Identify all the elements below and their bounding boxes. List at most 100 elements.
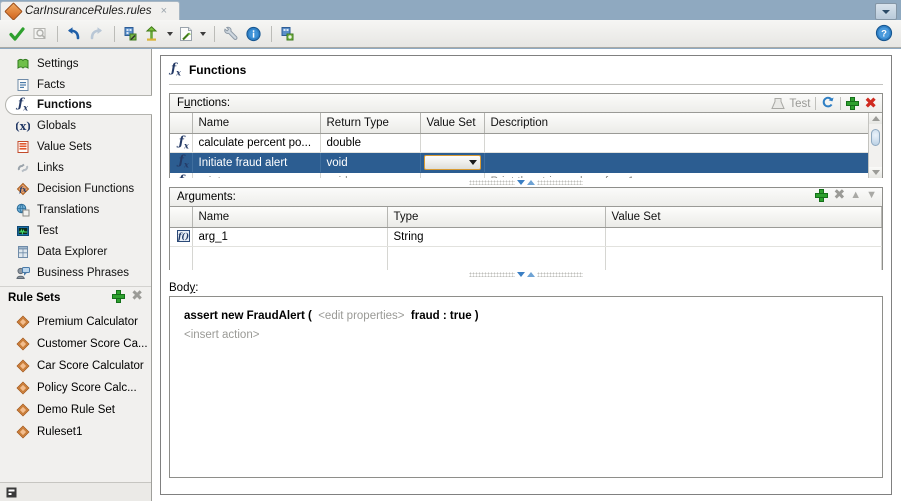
cell-description[interactable]	[484, 152, 882, 173]
column-header[interactable]: Name	[192, 113, 321, 134]
promote-dropdown-arrow[interactable]	[167, 31, 173, 36]
cell-value-set[interactable]	[605, 227, 882, 247]
column-header[interactable]: Value Set	[605, 207, 882, 228]
body-placeholder[interactable]: <insert action>	[184, 329, 259, 341]
rule-set-item[interactable]: Customer Score Ca...	[0, 333, 151, 355]
settings-button[interactable]	[220, 23, 241, 44]
body-editor[interactable]: assert new FraudAlert ( <edit properties…	[169, 296, 883, 478]
sidebar-item-globals[interactable]: (x) Globals	[0, 115, 151, 136]
sidebar-item-translations[interactable]: Translations	[0, 199, 151, 220]
editor-tab-carinsurancerules[interactable]: CarInsuranceRules.rules ×	[0, 1, 180, 21]
body-token[interactable]: fraud : true )	[411, 310, 479, 322]
refresh-button[interactable]	[821, 95, 835, 112]
table-row[interactable]: ƒx calculate percent po... double	[170, 133, 882, 154]
sidebar-item-facts[interactable]: Facts	[0, 74, 151, 95]
functions-arguments-splitter[interactable]	[161, 178, 891, 187]
close-icon[interactable]: ×	[161, 5, 167, 17]
column-header[interactable]	[170, 113, 193, 134]
cell-description[interactable]	[484, 133, 882, 154]
cell-value-set[interactable]	[420, 172, 485, 178]
table-row[interactable]: ƒxprintvoid Print the string value of arg…	[170, 172, 882, 178]
functions-section: Functions: Test ✖ Name Return Type Value…	[169, 93, 883, 178]
column-header[interactable]: Value Set	[420, 113, 485, 134]
tab-overflow-dropdown[interactable]	[875, 3, 897, 20]
cell-name[interactable]: arg_1	[192, 227, 388, 247]
test-button[interactable]: Test	[771, 97, 810, 111]
sidebar-item-value-sets[interactable]: Value Sets	[0, 136, 151, 157]
undo-button[interactable]	[63, 23, 84, 44]
value-set-dropdown[interactable]	[423, 155, 481, 171]
body-placeholder[interactable]: <edit properties>	[318, 310, 404, 322]
empty-cell	[605, 265, 882, 270]
redo-button[interactable]	[86, 23, 107, 44]
body-line[interactable]: <insert action>	[184, 326, 882, 345]
column-header[interactable]	[170, 207, 193, 228]
cell-type[interactable]: String	[387, 227, 606, 247]
cell-return-type[interactable]: void	[320, 172, 421, 178]
delete-argument-button[interactable]: ✖	[833, 188, 845, 202]
column-header[interactable]: Return Type	[320, 113, 421, 134]
info-button[interactable]	[243, 23, 264, 44]
body-line[interactable]: assert new FraudAlert ( <edit properties…	[184, 307, 882, 326]
svg-text:f(): f()	[177, 231, 189, 241]
export-button[interactable]	[176, 23, 197, 44]
column-header[interactable]: Type	[387, 207, 606, 228]
collapse-up-icon[interactable]	[527, 180, 535, 185]
cell-name[interactable]: print	[192, 172, 321, 178]
toolbar-separator	[114, 25, 115, 42]
cell-name[interactable]: Initiate fraud alert	[192, 152, 321, 173]
body-token[interactable]: assert new FraudAlert (	[184, 310, 312, 322]
rule-set-item[interactable]: Policy Score Calc...	[0, 377, 151, 399]
sidebar-item-data-explorer[interactable]: Data Explorer	[0, 241, 151, 262]
collapse-down-icon[interactable]	[517, 180, 525, 185]
sidebar-item-decision-functions[interactable]: fx Decision Functions	[0, 178, 151, 199]
delete-rule-set-button[interactable]: ✖	[131, 289, 143, 303]
table-row[interactable]: ƒx Initiate fraud alert void	[170, 152, 882, 173]
sidebar-item-label: Links	[37, 161, 64, 174]
search-button[interactable]	[29, 23, 50, 44]
export-dropdown-arrow[interactable]	[200, 31, 206, 36]
help-button[interactable]: ?	[875, 24, 893, 42]
rule-set-item[interactable]: Ruleset1	[0, 421, 151, 443]
cell-value-set[interactable]	[420, 133, 485, 154]
import-button[interactable]	[120, 23, 141, 44]
sidebar-item-settings[interactable]: Settings	[0, 53, 151, 74]
sidebar-item-functions[interactable]: ƒx Functions	[5, 95, 152, 115]
add-argument-button[interactable]	[815, 189, 829, 202]
rule-set-label: Premium Calculator	[37, 316, 138, 328]
arguments-body-splitter[interactable]	[161, 270, 891, 279]
functions-vertical-scrollbar[interactable]	[868, 113, 882, 178]
promote-button[interactable]	[143, 23, 164, 44]
dictionary-link-button[interactable]	[277, 23, 298, 44]
chevron-down-icon	[882, 9, 890, 14]
scroll-up-button[interactable]	[869, 113, 882, 124]
rule-set-item[interactable]: Premium Calculator	[0, 311, 151, 333]
move-argument-up-button[interactable]: ▲	[850, 189, 861, 202]
table-row[interactable]: f() arg_1 String	[170, 227, 882, 247]
cell-description[interactable]: Print the string value of arg1.	[484, 172, 882, 178]
validate-button[interactable]	[6, 23, 27, 44]
cell-return-type[interactable]: void	[320, 152, 421, 173]
rule-set-item[interactable]: Demo Rule Set	[0, 399, 151, 421]
sidebar-item-business-phrases[interactable]: Business Phrases	[0, 262, 151, 283]
delete-function-button[interactable]: ✖	[864, 96, 877, 111]
column-header[interactable]: Name	[192, 207, 388, 228]
cell-return-type[interactable]: double	[320, 133, 421, 154]
scrollbar-thumb[interactable]	[871, 129, 880, 146]
settings-icon	[16, 57, 30, 71]
export-icon	[180, 26, 192, 41]
functions-editor-panel: ƒx Functions Functions: Test ✖ Name Retu…	[160, 55, 892, 495]
column-header[interactable]: Description	[484, 113, 882, 134]
cell-value-set[interactable]	[420, 152, 485, 173]
collapse-up-icon[interactable]	[527, 272, 535, 277]
cell-name[interactable]: calculate percent po...	[192, 133, 321, 154]
sidebar-item-test[interactable]: Test	[0, 220, 151, 241]
add-function-button[interactable]	[846, 97, 860, 110]
collapse-down-icon[interactable]	[517, 272, 525, 277]
scroll-down-button[interactable]	[869, 167, 882, 178]
rule-set-item[interactable]: Car Score Calculator	[0, 355, 151, 377]
move-argument-down-button[interactable]: ▼	[866, 189, 877, 202]
page-title: ƒx Functions	[161, 56, 891, 84]
add-rule-set-button[interactable]	[112, 290, 126, 303]
sidebar-item-links[interactable]: Links	[0, 157, 151, 178]
